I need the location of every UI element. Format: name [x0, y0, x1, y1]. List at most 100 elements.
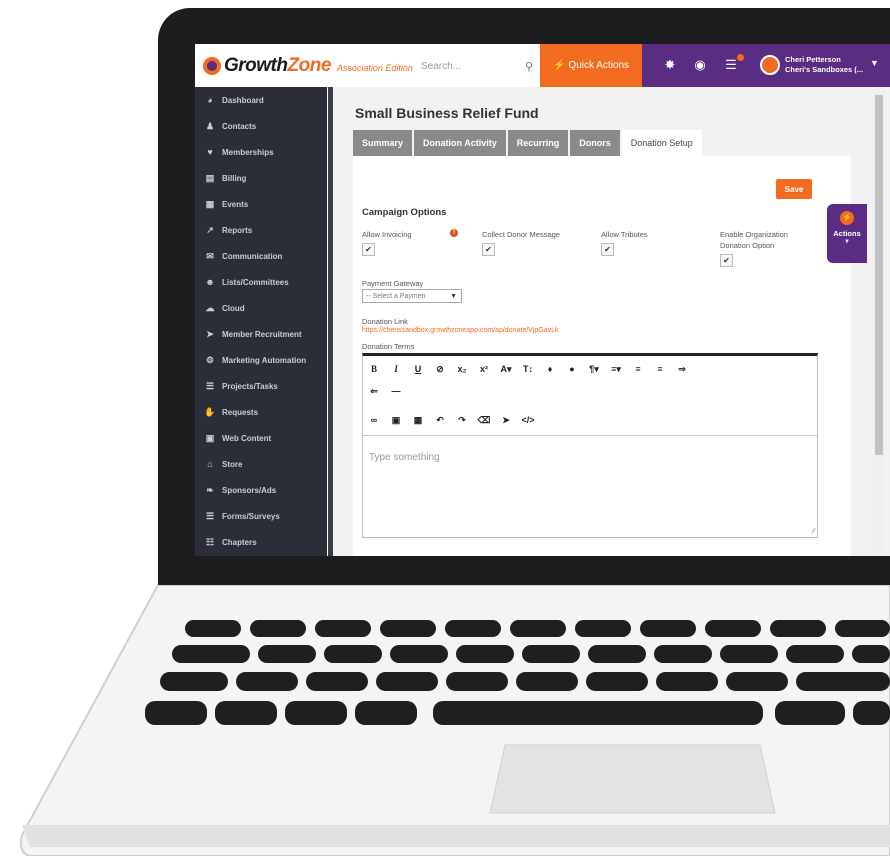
sidebar-item-member-recruitment[interactable]: ➤ Member Recruitment	[195, 321, 327, 347]
allow-tributes-checkbox[interactable]: ✔	[601, 243, 614, 256]
info-icon[interactable]: !	[450, 229, 458, 237]
sidebar-item-store[interactable]: ⌂ Store	[195, 451, 327, 477]
font-size-icon[interactable]: A▾	[495, 364, 517, 375]
tab-summary[interactable]: Summary	[353, 130, 413, 156]
italic-icon[interactable]: I	[385, 364, 407, 374]
key	[835, 620, 890, 637]
key	[315, 620, 371, 637]
sidebar-item-requests[interactable]: ✋ Requests	[195, 399, 327, 425]
search-placeholder: Search...	[421, 60, 462, 72]
sidebar-item-cloud[interactable]: ☁ Cloud	[195, 295, 327, 321]
sidebar-item-dashboard[interactable]: ◕ Dashboard	[195, 87, 327, 113]
key	[258, 645, 316, 663]
key	[588, 645, 646, 663]
globe-icon[interactable]: ◉	[692, 57, 708, 73]
payment-gateway-value: -- Select a Paymen	[366, 292, 426, 300]
line-height-icon[interactable]: T↕	[517, 364, 539, 374]
sidebar-item-projects-tasks[interactable]: ☰ Projects/Tasks	[195, 373, 327, 399]
key	[306, 672, 368, 691]
sidebar-item-reports[interactable]: ↗ Reports	[195, 217, 327, 243]
donation-link-label: Donation Link	[362, 317, 408, 326]
text-color-icon[interactable]: ♦	[539, 364, 561, 374]
key	[720, 645, 778, 663]
tab-donation-setup[interactable]: Donation Setup	[621, 130, 702, 156]
logo-word-2: Zone	[287, 55, 332, 76]
scrollbar-thumb[interactable]	[875, 95, 883, 455]
sidebar-item-chapters[interactable]: ☷ Chapters	[195, 529, 327, 555]
code-view-icon[interactable]: </>	[517, 415, 539, 425]
notification-badge	[737, 54, 744, 61]
tab-donors[interactable]: Donors	[570, 130, 620, 156]
chart-icon: ↗	[206, 224, 214, 235]
ordered-list-icon[interactable]: ≡	[627, 364, 649, 374]
main-scrollbar[interactable]	[873, 87, 885, 556]
sidebar-item-label: Lists/Committees	[222, 277, 289, 287]
sidebar-item-forms-surveys[interactable]: ☰ Forms/Surveys	[195, 503, 327, 529]
avatar[interactable]	[760, 55, 780, 75]
allow-invoicing-checkbox[interactable]: ✔	[362, 243, 375, 256]
network-icon[interactable]: ✸	[662, 57, 678, 73]
growthzone-logo[interactable]: GrowthZone Association Edition	[203, 55, 413, 77]
outdent-icon[interactable]: ⇐	[363, 386, 385, 397]
collect-donor-message-checkbox[interactable]: ✔	[482, 243, 495, 256]
sidebar-item-label: Dashboard	[222, 95, 264, 105]
bold-icon[interactable]: B	[363, 364, 385, 374]
user-menu[interactable]: Cheri Petterson Cheri's Sandboxes (...	[785, 55, 863, 75]
org-chart-icon: ☷	[205, 536, 215, 547]
sidebar-item-label: Events	[222, 199, 249, 209]
sidebar-item-memberships[interactable]: ♥ Memberships	[195, 139, 327, 165]
trackpad[interactable]	[489, 744, 776, 814]
sidebar-item-lists-committees[interactable]: ☻ Lists/Committees	[195, 269, 327, 295]
align-icon[interactable]: ≡▾	[605, 364, 627, 375]
sidebar-item-web-content[interactable]: ▣ Web Content	[195, 425, 327, 451]
underline-icon[interactable]: U	[407, 364, 429, 374]
sidebar-item-sponsors-ads[interactable]: ❧ Sponsors/Ads	[195, 477, 327, 503]
app-screen: GrowthZone Association Edition Search...…	[195, 44, 890, 556]
image-icon[interactable]: ▣	[385, 415, 407, 426]
donation-link[interactable]: https://cherissandbox.growthzoneapp.com/…	[362, 327, 559, 334]
superscript-icon[interactable]: x²	[473, 364, 495, 374]
chevron-down-icon[interactable]: ▼	[870, 58, 879, 68]
background-color-icon[interactable]: ●	[561, 364, 583, 374]
key	[796, 672, 890, 691]
select-cursor-icon[interactable]: ➤	[495, 415, 517, 426]
billing-icon: ▤	[205, 172, 215, 183]
sidebar-item-contacts[interactable]: ♟ Contacts	[195, 113, 327, 139]
allow-invoicing-label: Allow Invoicing	[362, 230, 412, 239]
key	[355, 701, 417, 725]
payment-gateway-select[interactable]: -- Select a Paymen ▼	[362, 289, 462, 303]
strikethrough-icon[interactable]: ⊘	[429, 364, 451, 375]
enable-org-donation-checkbox[interactable]: ✔	[720, 254, 733, 267]
mail-icon: ✉	[206, 250, 214, 261]
sidebar-item-marketing-automation[interactable]: ⚙ Marketing Automation	[195, 347, 327, 373]
search-input[interactable]: Search... ⚲	[417, 55, 533, 77]
save-button[interactable]: Save	[776, 179, 812, 199]
tab-donation-activity[interactable]: Donation Activity	[414, 130, 506, 156]
table-icon[interactable]: ▦	[407, 415, 429, 426]
indent-icon[interactable]: ⇒	[671, 364, 693, 375]
resize-handle-icon[interactable]: ∕∕	[813, 528, 815, 535]
sidebar-item-billing[interactable]: ▤ Billing	[195, 165, 327, 191]
editor-toolbar-row-1: B I U ⊘ x₂ x² A▾ T↕ ♦ ● ¶▾ ≡▾ ≡ ≡ ⇒	[363, 358, 819, 380]
logo-word-1: Growth	[224, 55, 288, 76]
search-icon[interactable]: ⚲	[525, 60, 533, 73]
link-icon[interactable]: ∞	[363, 415, 385, 425]
horizontal-rule-icon[interactable]: —	[385, 386, 407, 396]
subscript-icon[interactable]: x₂	[451, 364, 473, 374]
donation-setup-panel: Save Campaign Options Allow Invoicing ! …	[353, 156, 851, 556]
sidebar-item-communication[interactable]: ✉ Communication	[195, 243, 327, 269]
paragraph-icon[interactable]: ¶▾	[583, 364, 605, 375]
sidebar-item-events[interactable]: ▦ Events	[195, 191, 327, 217]
unordered-list-icon[interactable]: ≡	[649, 364, 671, 374]
sidebar-item-label: Sponsors/Ads	[222, 485, 277, 495]
undo-icon[interactable]: ↶	[429, 415, 451, 426]
page-title: Small Business Relief Fund	[355, 105, 539, 121]
key	[215, 701, 277, 725]
actions-button[interactable]: ⚡ Actions ▼	[827, 204, 867, 263]
key	[236, 672, 298, 691]
redo-icon[interactable]: ↷	[451, 415, 473, 426]
eraser-icon[interactable]: ⌫	[473, 415, 495, 426]
editor-placeholder[interactable]: Type something	[369, 452, 440, 463]
quick-actions-button[interactable]: ⚡ Quick Actions	[540, 44, 642, 87]
tab-recurring[interactable]: Recurring	[507, 130, 569, 156]
